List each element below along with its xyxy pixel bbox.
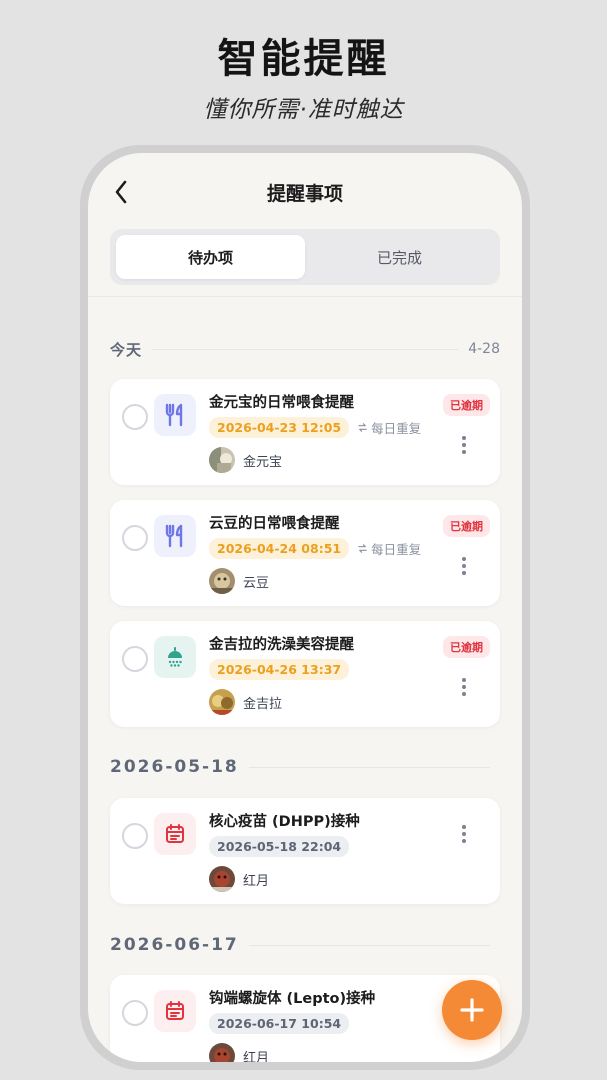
repeat-text: 每日重复: [371, 421, 422, 436]
shower-icon: [168, 647, 182, 667]
reminder-card[interactable]: 云豆的日常喂食提醒 已逾期 2026-04-24 08:51 每日重复 云豆: [110, 500, 500, 606]
repeat-icon: [358, 544, 367, 553]
avatar: [209, 866, 235, 892]
nav-bar: 提醒事项: [88, 153, 522, 227]
time-row: 2026-04-23 12:05 每日重复: [209, 417, 421, 438]
category-icon-box: [154, 515, 196, 557]
reminder-list: 今天 4-28 金元宝的日常喂食提醒 已逾期 2026-04-23 12:05: [88, 297, 522, 1062]
group-header-date: 2026-06-17: [110, 933, 500, 957]
avatar: [209, 689, 235, 715]
page-title: 提醒事项: [266, 183, 343, 205]
category-icon-box: [154, 636, 196, 678]
avatar: [209, 1043, 235, 1062]
reminder-title: 金吉拉的洗澡美容提醒: [209, 637, 354, 653]
pet-name: 红月: [243, 1050, 270, 1063]
pet-row: 金元宝: [209, 447, 282, 473]
time-row: 2026-04-24 08:51 每日重复: [209, 538, 421, 559]
category-icon-box: [154, 990, 196, 1032]
repeat-label: 每日重复: [357, 418, 421, 437]
more-menu-button[interactable]: [456, 554, 472, 578]
complete-checkbox[interactable]: [122, 525, 148, 551]
reminder-card[interactable]: 钩端螺旋体 (Lepto)接种 2026-06-17 10:54 红月: [110, 975, 500, 1062]
utensils-icon: [165, 403, 183, 427]
promo-subtitle: 懂你所需·准时触达: [203, 97, 404, 123]
group-header-date: 2026-05-18: [110, 755, 500, 779]
complete-checkbox[interactable]: [122, 646, 148, 672]
reminder-title: 云豆的日常喂食提醒: [209, 516, 340, 532]
complete-checkbox[interactable]: [122, 823, 148, 849]
avatar: [209, 568, 235, 594]
pet-name: 红月: [243, 873, 270, 889]
plus-icon: [460, 998, 484, 1022]
pet-row: 红月: [209, 866, 269, 892]
add-reminder-button[interactable]: [442, 980, 502, 1040]
overdue-badge: 已逾期: [443, 636, 490, 658]
group-line: [248, 944, 490, 946]
category-icon-box: [154, 394, 196, 436]
reminder-card[interactable]: 核心疫苗 (DHPP)接种 2026-05-18 22:04 红月: [110, 798, 500, 904]
pet-row: 红月: [209, 1043, 269, 1062]
repeat-label: 每日重复: [357, 539, 421, 558]
time-row: 2026-06-17 10:54: [209, 1013, 350, 1034]
promo-title: 智能提醒: [217, 36, 390, 82]
reminder-title: 钩端螺旋体 (Lepto)接种: [209, 991, 376, 1007]
tab-completed[interactable]: 已完成: [305, 235, 494, 279]
overdue-badge: 已逾期: [443, 515, 490, 537]
pet-name: 金元宝: [243, 454, 283, 470]
group-label: 2026-06-17: [110, 935, 239, 955]
repeat-icon: [358, 423, 367, 432]
repeat-text: 每日重复: [371, 542, 422, 557]
overdue-badge: 已逾期: [443, 394, 490, 416]
more-menu-button[interactable]: [456, 675, 472, 699]
tab-pending[interactable]: 待办项: [116, 235, 305, 279]
reminder-title: 金元宝的日常喂食提醒: [209, 395, 354, 411]
group-line: [152, 348, 459, 350]
reminder-card[interactable]: 金元宝的日常喂食提醒 已逾期 2026-04-23 12:05 每日重复 金元宝: [110, 379, 500, 485]
pet-row: 金吉拉: [209, 689, 282, 715]
time-row: 2026-05-18 22:04: [209, 836, 350, 857]
time-chip: 2026-04-23 12:05: [209, 417, 350, 438]
more-menu-button[interactable]: [456, 822, 472, 846]
group-label: 2026-05-18: [110, 757, 239, 777]
calendar-icon: [166, 1001, 184, 1020]
reminder-card[interactable]: 金吉拉的洗澡美容提醒 已逾期 2026-04-26 13:37 金吉拉: [110, 621, 500, 727]
pet-name: 云豆: [243, 575, 270, 591]
category-icon-box: [154, 813, 196, 855]
time-row: 2026-04-26 13:37: [209, 659, 350, 680]
segment-control: 待办项 已完成: [110, 229, 500, 285]
group-header-today: 今天 4-28: [110, 337, 500, 361]
reminder-title: 核心疫苗 (DHPP)接种: [209, 814, 360, 830]
phone-frame: 提醒事项 待办项 已完成 今天 4-28 金元宝的日常喂食提醒 已逾期 2026…: [80, 145, 530, 1070]
utensils-icon: [165, 524, 183, 548]
pet-row: 云豆: [209, 568, 269, 594]
more-menu-button[interactable]: [456, 433, 472, 457]
complete-checkbox[interactable]: [122, 1000, 148, 1026]
calendar-icon: [166, 824, 184, 843]
pet-name: 金吉拉: [243, 696, 283, 712]
time-chip: 2026-04-24 08:51: [209, 538, 350, 559]
complete-checkbox[interactable]: [122, 404, 148, 430]
time-chip: 2026-06-17 10:54: [209, 1013, 350, 1034]
app-screen: 提醒事项 待办项 已完成 今天 4-28 金元宝的日常喂食提醒 已逾期 2026…: [88, 153, 522, 1062]
group-label: 今天: [110, 340, 143, 359]
time-chip: 2026-05-18 22:04: [209, 836, 350, 857]
group-line: [248, 766, 490, 768]
time-chip: 2026-04-26 13:37: [209, 659, 350, 680]
avatar: [209, 447, 235, 473]
group-date: 4-28: [468, 341, 500, 357]
